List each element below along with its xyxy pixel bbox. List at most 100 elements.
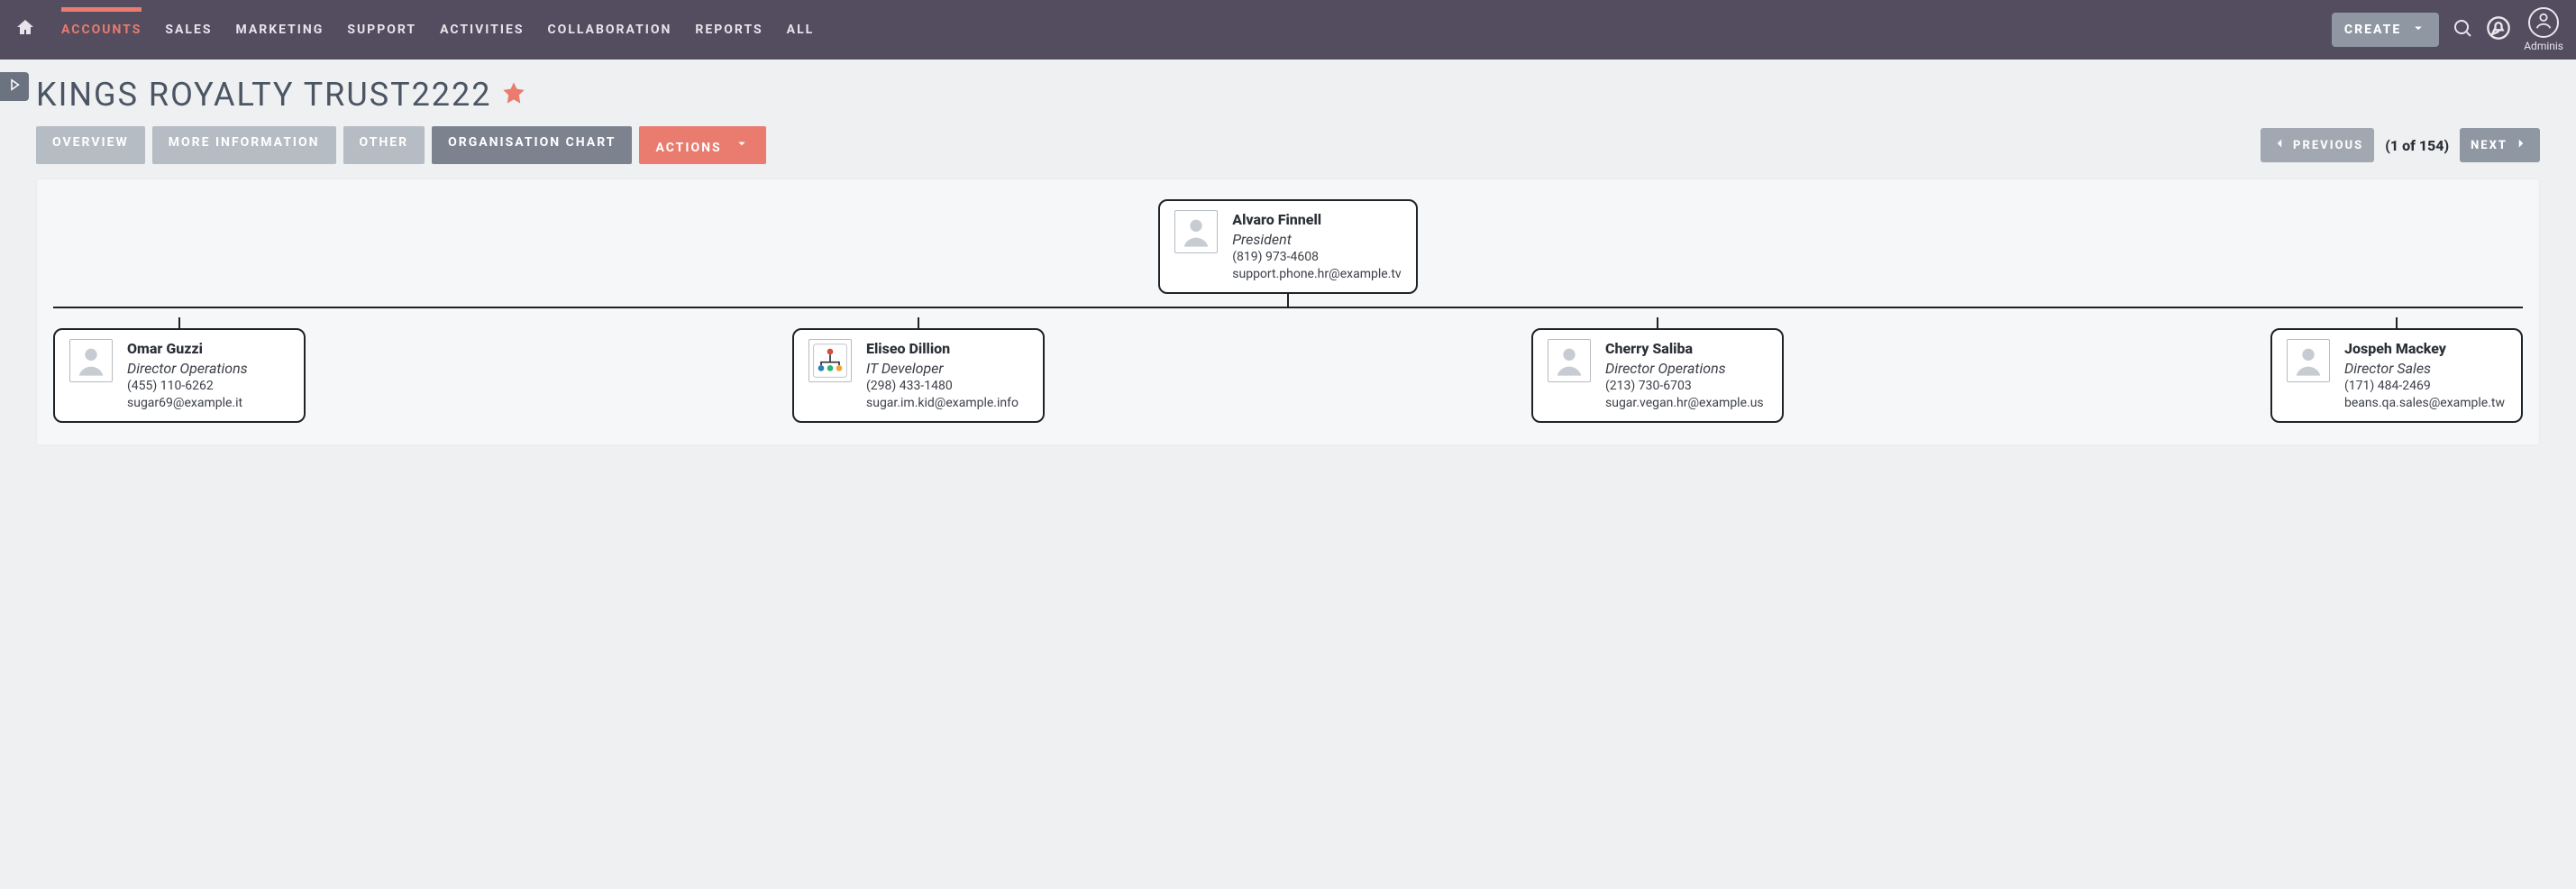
org-card-title: President	[1232, 230, 1401, 250]
org-card-title: IT Developer	[866, 359, 1019, 379]
page-title-row: KINGS ROYALTY TRUST2222	[36, 76, 2540, 114]
org-card-meta: Alvaro Finnell President (819) 973-4608 …	[1232, 210, 1401, 283]
search-button[interactable]	[2452, 17, 2473, 42]
chat-icon	[2486, 15, 2511, 44]
chevron-right-icon	[2513, 135, 2529, 155]
nav-item-label: ACTIVITIES	[440, 23, 524, 37]
org-card-email: sugar.im.kid@example.info	[866, 395, 1019, 412]
nav-all[interactable]: ALL	[787, 23, 815, 37]
org-col: Jospeh Mackey Director Sales (171) 484-2…	[2270, 317, 2523, 423]
nav-item-label: MARKETING	[235, 23, 324, 37]
tab-label: OTHER	[360, 135, 409, 150]
org-card-email: sugar69@example.it	[127, 395, 248, 412]
org-card-meta: Jospeh Mackey Director Sales (171) 484-2…	[2344, 339, 2505, 412]
tabs-row: OVERVIEW MORE INFORMATION OTHER ORGANISA…	[36, 126, 2540, 164]
org-col: Omar Guzzi Director Operations (455) 110…	[53, 317, 306, 423]
org-card[interactable]: Cherry Saliba Director Operations (213) …	[1531, 328, 1784, 423]
org-card-phone: (298) 433-1480	[866, 378, 1019, 395]
chat-button[interactable]	[2486, 15, 2511, 44]
nav-item-label: REPORTS	[695, 23, 763, 37]
nav-left: ACCOUNTS SALES MARKETING SUPPORT ACTIVIT…	[13, 17, 814, 42]
nav-item-label: ACCOUNTS	[61, 23, 142, 37]
tab-more-information[interactable]: MORE INFORMATION	[152, 126, 336, 164]
side-drawer-toggle[interactable]	[0, 72, 29, 101]
nav-collaboration[interactable]: COLLABORATION	[547, 23, 671, 37]
nav-item-label: SALES	[165, 23, 212, 37]
org-card-name: Omar Guzzi	[127, 339, 248, 359]
org-card-phone: (171) 484-2469	[2344, 378, 2505, 395]
connector	[918, 317, 919, 328]
org-card-email: sugar.vegan.hr@example.us	[1605, 395, 1764, 412]
org-col: Cherry Saliba Director Operations (213) …	[1531, 317, 1784, 423]
org-card-root[interactable]: Alvaro Finnell President (819) 973-4608 …	[1158, 199, 1417, 294]
org-chart: Alvaro Finnell President (819) 973-4608 …	[53, 196, 2523, 423]
nav-item-label: ALL	[787, 23, 815, 37]
user-icon	[2534, 11, 2553, 34]
avatar-label: Adminis	[2524, 40, 2563, 52]
tab-actions[interactable]: ACTIONS	[639, 126, 766, 164]
tab-organisation-chart[interactable]: ORGANISATION CHART	[432, 126, 632, 164]
avatar-placeholder	[2287, 339, 2330, 382]
nav-reports[interactable]: REPORTS	[695, 23, 763, 37]
branch-cols: Omar Guzzi Director Operations (455) 110…	[53, 307, 2523, 423]
connector	[2396, 317, 2398, 328]
create-button[interactable]: CREATE	[2332, 13, 2439, 47]
connector	[1657, 317, 1658, 328]
top-nav: ACCOUNTS SALES MARKETING SUPPORT ACTIVIT…	[0, 0, 2576, 60]
nav-accounts[interactable]: ACCOUNTS	[61, 23, 142, 37]
nav-support[interactable]: SUPPORT	[347, 23, 416, 37]
org-card-title: Director Operations	[1605, 359, 1764, 379]
org-card[interactable]: Jospeh Mackey Director Sales (171) 484-2…	[2270, 328, 2523, 423]
tabs: OVERVIEW MORE INFORMATION OTHER ORGANISA…	[36, 126, 766, 164]
connector	[178, 317, 180, 328]
org-hierarchy-thumbnail	[808, 339, 852, 382]
org-card[interactable]: Omar Guzzi Director Operations (455) 110…	[53, 328, 306, 423]
org-card[interactable]: Eliseo Dillion IT Developer (298) 433-14…	[792, 328, 1045, 423]
chevron-down-icon	[734, 141, 750, 155]
page-title: KINGS ROYALTY TRUST2222	[36, 76, 492, 114]
nav-home[interactable]	[13, 17, 38, 42]
pager-count: (1 of 154)	[2385, 137, 2449, 154]
avatar-placeholder	[1548, 339, 1591, 382]
nav-activities[interactable]: ACTIVITIES	[440, 23, 524, 37]
avatar-placeholder	[69, 339, 113, 382]
create-label: CREATE	[2344, 23, 2401, 37]
nav-item-label: SUPPORT	[347, 23, 416, 37]
search-icon	[2452, 17, 2473, 42]
next-label: NEXT	[2471, 139, 2507, 152]
org-card-title: Director Operations	[127, 359, 248, 379]
org-card-meta: Eliseo Dillion IT Developer (298) 433-14…	[866, 339, 1019, 412]
tab-label: ORGANISATION CHART	[448, 135, 616, 150]
org-branch: Omar Guzzi Director Operations (455) 110…	[53, 307, 2523, 423]
user-menu[interactable]: Adminis	[2524, 7, 2563, 52]
org-col: Eliseo Dillion IT Developer (298) 433-14…	[792, 317, 1045, 423]
star-icon[interactable]	[501, 80, 526, 109]
previous-button[interactable]: PREVIOUS	[2261, 128, 2374, 162]
org-card-meta: Cherry Saliba Director Operations (213) …	[1605, 339, 1764, 412]
avatar	[2528, 7, 2559, 38]
pager: PREVIOUS (1 of 154) NEXT	[2261, 128, 2540, 162]
nav-sales[interactable]: SALES	[165, 23, 212, 37]
tab-label: MORE INFORMATION	[169, 135, 320, 150]
next-button[interactable]: NEXT	[2460, 128, 2540, 162]
org-card-title: Director Sales	[2344, 359, 2505, 379]
nav-marketing[interactable]: MARKETING	[235, 23, 324, 37]
org-card-name: Cherry Saliba	[1605, 339, 1764, 359]
page: KINGS ROYALTY TRUST2222 OVERVIEW MORE IN…	[0, 60, 2576, 467]
branch-rail	[53, 307, 2523, 308]
tab-label: OVERVIEW	[52, 135, 129, 150]
avatar-placeholder	[1174, 210, 1218, 253]
org-card-name: Alvaro Finnell	[1232, 210, 1401, 230]
tab-other[interactable]: OTHER	[343, 126, 425, 164]
org-card-name: Eliseo Dillion	[866, 339, 1019, 359]
org-card-name: Jospeh Mackey	[2344, 339, 2505, 359]
chevron-down-icon	[2410, 20, 2426, 40]
org-card-email: support.phone.hr@example.tv	[1232, 266, 1401, 283]
tab-label: ACTIONS	[655, 141, 721, 155]
org-card-email: beans.qa.sales@example.tw	[2344, 395, 2505, 412]
nav-item-label: COLLABORATION	[547, 23, 671, 37]
previous-label: PREVIOUS	[2293, 139, 2363, 152]
tab-overview[interactable]: OVERVIEW	[36, 126, 145, 164]
chevron-left-icon	[2271, 135, 2288, 155]
org-card-phone: (819) 973-4608	[1232, 249, 1401, 266]
